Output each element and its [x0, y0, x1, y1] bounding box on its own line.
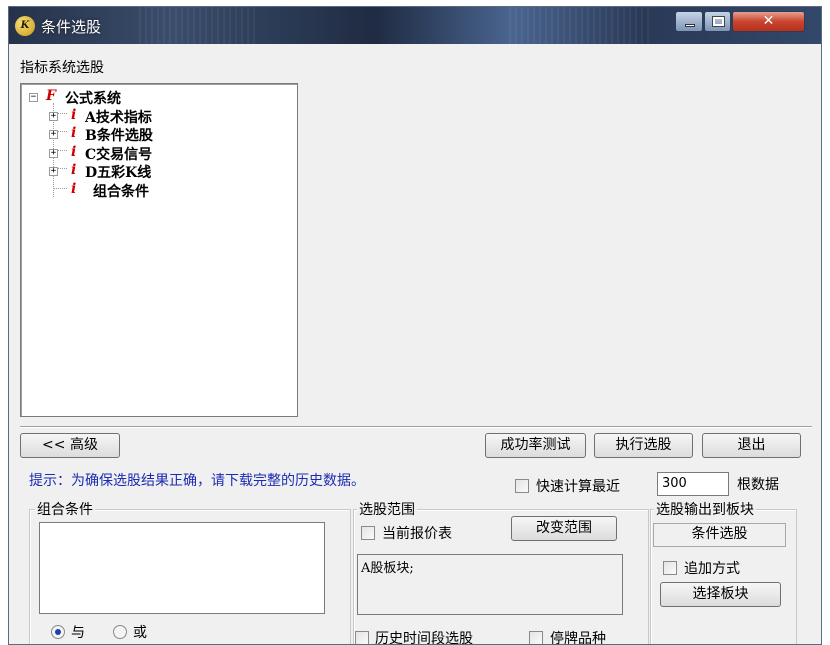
minimize-button[interactable] — [675, 11, 703, 32]
indicator-i-icon: i — [71, 107, 77, 123]
title-bar-decoration — [509, 7, 649, 44]
minimize-icon — [685, 24, 695, 27]
output-block-name: 条件选股 — [653, 523, 786, 547]
tree-item-label: A技术指标 — [85, 110, 152, 126]
title-bar-decoration — [139, 7, 259, 44]
change-range-button[interactable]: 改变范围 — [511, 516, 617, 541]
history-period-label: 历史时间段选股 — [375, 631, 473, 645]
fast-calc-label: 快速计算最近 — [536, 479, 620, 495]
tree-item-label: D五彩K线 — [85, 165, 152, 181]
or-label: 或 — [133, 625, 147, 641]
title-bar[interactable]: K 条件选股 ✕ — [9, 7, 821, 44]
maximize-icon — [712, 16, 725, 27]
tree-item-combined-conditions[interactable]: i 组合条件 — [21, 181, 291, 200]
current-quote-checkbox[interactable] — [361, 526, 375, 540]
bar-count-suffix: 根数据 — [737, 477, 779, 493]
combined-conditions-list[interactable] — [39, 522, 325, 614]
execute-selection-button[interactable]: 执行选股 — [594, 433, 693, 458]
success-rate-test-button[interactable]: 成功率测试 — [485, 433, 586, 458]
indicator-i-icon: i — [71, 125, 77, 141]
close-button[interactable]: ✕ — [732, 11, 805, 32]
suspended-stocks-checkbox[interactable] — [529, 631, 543, 644]
condition-stock-selection-window: K 条件选股 ✕ 指标系统选股 − F 公式系统 + i A技术指标 + i B… — [8, 6, 822, 645]
tree-item-color-kline[interactable]: + i D五彩K线 — [21, 162, 291, 181]
output-block-title: 选股输出到板块 — [654, 499, 756, 519]
suspended-stocks-label: 停牌品种 — [550, 631, 606, 645]
window-title: 条件选股 — [41, 18, 102, 36]
indicator-i-icon: i — [71, 181, 77, 197]
indicator-i-icon: i — [71, 144, 77, 160]
app-logo-icon: K — [15, 16, 35, 36]
or-radio[interactable] — [113, 625, 127, 639]
expand-icon[interactable]: + — [49, 130, 58, 139]
select-block-button[interactable]: 选择板块 — [660, 582, 781, 607]
close-icon: ✕ — [762, 13, 775, 29]
and-radio[interactable] — [51, 625, 65, 639]
indicator-system-label: 指标系统选股 — [20, 60, 104, 76]
download-hint: 提示：为确保选股结果正确，请下载完整的历史数据。 — [29, 473, 365, 489]
history-period-checkbox[interactable] — [355, 631, 369, 644]
current-quote-label: 当前报价表 — [382, 526, 452, 542]
expand-icon[interactable]: + — [49, 112, 58, 121]
formula-tree[interactable]: − F 公式系统 + i A技术指标 + i B条件选股 + i C交易信号 +… — [20, 83, 298, 417]
tree-item-technical-indicators[interactable]: + i A技术指标 — [21, 107, 291, 126]
combined-conditions-title: 组合条件 — [35, 499, 95, 519]
tree-item-label: C交易信号 — [85, 147, 153, 163]
maximize-button[interactable] — [704, 11, 731, 32]
exit-button[interactable]: 退出 — [702, 433, 801, 458]
append-mode-label: 追加方式 — [684, 561, 740, 577]
fast-calc-checkbox[interactable] — [515, 479, 529, 493]
collapse-icon[interactable]: − — [29, 93, 38, 102]
tree-item-label: 公式系统 — [65, 91, 121, 107]
indicator-i-icon: i — [71, 162, 77, 178]
expand-icon[interactable]: + — [49, 149, 58, 158]
tree-item-condition-selection[interactable]: + i B条件选股 — [21, 125, 291, 144]
expand-icon[interactable]: + — [49, 167, 58, 176]
tree-item-trade-signals[interactable]: + i C交易信号 — [21, 144, 291, 163]
bar-count-input[interactable]: 300 — [657, 472, 729, 496]
tree-item-formula-system[interactable]: − F 公式系统 — [21, 88, 291, 107]
divider — [20, 426, 812, 428]
tree-item-label: 组合条件 — [93, 184, 149, 200]
advanced-button[interactable]: << 高级 — [20, 433, 120, 458]
tree-item-label: B条件选股 — [85, 128, 153, 144]
formula-f-icon: F — [46, 88, 56, 104]
and-label: 与 — [71, 625, 85, 641]
range-display: A股板块; — [357, 554, 623, 615]
append-mode-checkbox[interactable] — [663, 561, 677, 575]
selection-range-title: 选股范围 — [357, 499, 417, 519]
